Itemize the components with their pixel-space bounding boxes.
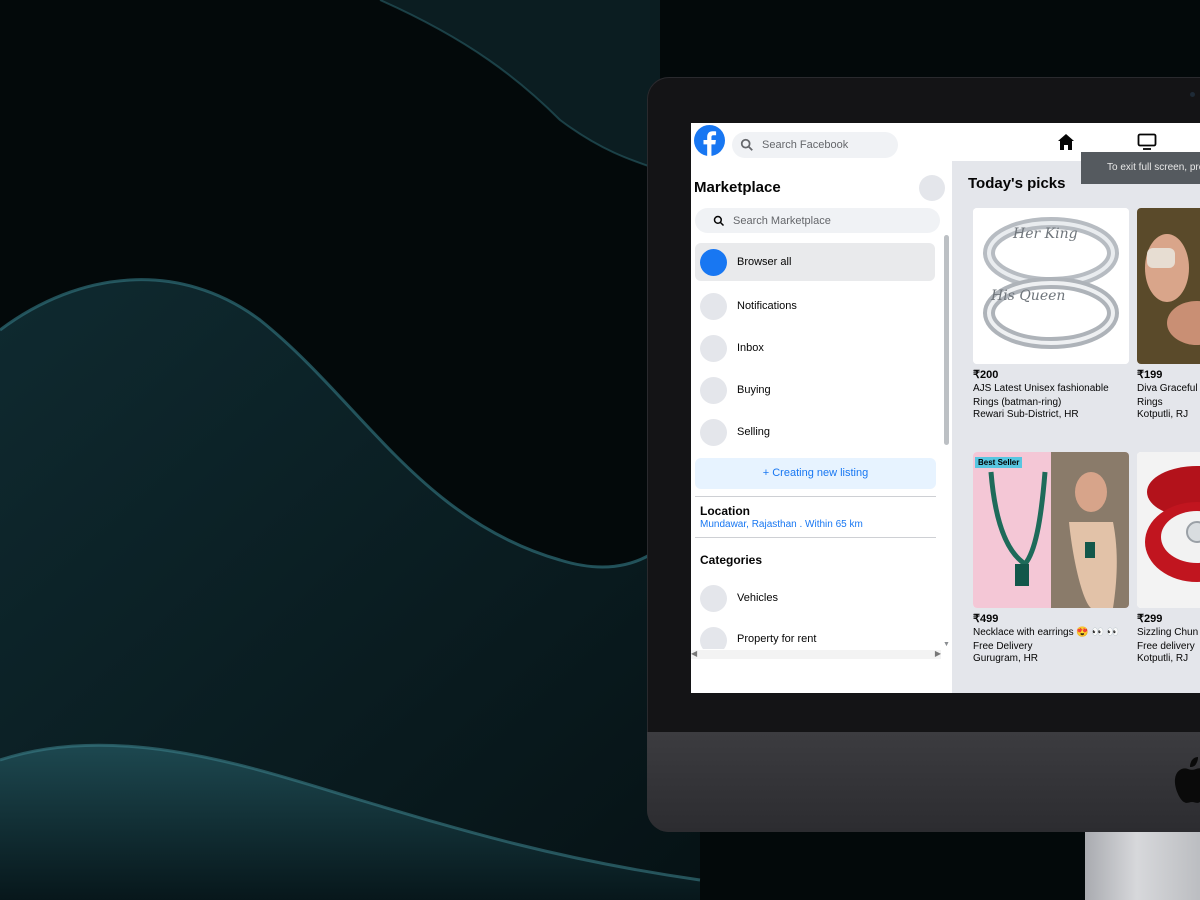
listing-title: AJS Latest Unisex fashionable xyxy=(973,383,1109,394)
listing-price: ₹499 xyxy=(973,613,999,625)
category-vehicles[interactable]: Vehicles xyxy=(695,579,935,617)
marketplace-sidebar: Marketplace Search Marketplace Browser a… xyxy=(691,161,952,693)
listing-card[interactable]: Best Seller ₹499 Necklace with earrings … xyxy=(973,452,1133,665)
listing-card[interactable]: Her King His Queen ₹200 AJS Latest Unise… xyxy=(973,208,1133,421)
create-listing-button[interactable]: + Creating new listing xyxy=(695,458,936,489)
necklace-image xyxy=(973,452,1129,608)
listing-image-ring-hand[interactable] xyxy=(1137,208,1200,364)
sidebar-item-label: Browser all xyxy=(737,256,792,268)
listing-title-line2: Rings xyxy=(1137,397,1163,408)
scroll-right-icon[interactable]: ▶ xyxy=(935,649,941,658)
buying-icon xyxy=(700,376,727,404)
home-icon[interactable] xyxy=(1057,133,1075,151)
marketplace-search-placeholder: Search Marketplace xyxy=(733,214,831,227)
ring-engraving-queen: His Queen xyxy=(990,288,1065,304)
listing-title-line2: Rings (batman-ring) xyxy=(973,397,1062,408)
category-label: Vehicles xyxy=(737,592,778,604)
listing-title: Necklace with earrings 😍 👀 👀 xyxy=(973,627,1120,638)
listing-price: ₹199 xyxy=(1137,369,1163,381)
listing-title-line2: Free delivery xyxy=(1137,641,1195,652)
ring-box-image xyxy=(1137,452,1200,608)
sidebar-scrollbar[interactable] xyxy=(944,235,949,445)
divider xyxy=(695,537,936,538)
sidebar-item-buying[interactable]: Buying xyxy=(695,371,935,409)
listing-price: ₹200 xyxy=(973,369,999,381)
apple-logo-icon xyxy=(1174,757,1200,803)
sidebar-item-label: Buying xyxy=(737,384,771,396)
vehicles-icon xyxy=(700,584,727,612)
facebook-search-placeholder: Search Facebook xyxy=(762,139,849,151)
listing-title: Sizzling Chun xyxy=(1137,627,1199,638)
sidebar-item-label: Notifications xyxy=(737,300,797,312)
browser-screen: Search Facebook Marketplace Search Marke… xyxy=(691,123,1200,693)
listing-image-ring-box[interactable] xyxy=(1137,452,1200,608)
listing-card[interactable]: ₹199 Diva Graceful Rings Kotputli, RJ xyxy=(1137,208,1200,421)
sidebar-item-label: Inbox xyxy=(737,342,764,354)
category-property-for-rent[interactable]: Property for rent xyxy=(695,621,935,649)
search-icon xyxy=(713,215,725,226)
feed-title: Today's picks xyxy=(968,175,1066,192)
sidebar-item-selling[interactable]: Selling xyxy=(695,413,935,451)
marketplace-search-input[interactable]: Search Marketplace xyxy=(695,208,940,233)
listing-image-necklace[interactable]: Best Seller xyxy=(973,452,1129,608)
listing-location: Rewari Sub-District, HR xyxy=(973,409,1079,420)
selling-icon xyxy=(700,418,727,446)
page-title: Marketplace xyxy=(694,179,781,196)
sidebar-item-browse-all[interactable]: Browser all xyxy=(695,243,935,281)
monitor-stand xyxy=(1085,832,1200,900)
rings-image: Her King His Queen xyxy=(973,208,1129,364)
listing-location: Gurugram, HR xyxy=(973,653,1039,664)
notifications-icon xyxy=(700,292,727,320)
sidebar-item-notifications[interactable]: Notifications xyxy=(695,287,935,325)
horizontal-scrollbar[interactable]: ◀ ▶ xyxy=(691,649,941,659)
browse-all-icon xyxy=(700,248,727,276)
search-icon xyxy=(740,138,753,151)
ring-hand-image xyxy=(1137,208,1200,364)
location-link[interactable]: Mundawar, Rajasthan . Within 65 km xyxy=(700,519,863,530)
settings-button[interactable] xyxy=(919,175,945,201)
facebook-logo-icon[interactable] xyxy=(694,125,725,156)
inbox-icon xyxy=(700,334,727,362)
listing-title-line2: Free Delivery xyxy=(973,641,1033,652)
listing-location: Kotputli, RJ xyxy=(1137,409,1189,420)
monitor-chin xyxy=(647,732,1200,832)
best-seller-badge: Best Seller xyxy=(975,457,1023,468)
property-icon xyxy=(700,627,727,649)
ring-engraving-king: Her King xyxy=(1012,226,1078,242)
location-title: Location xyxy=(700,504,750,518)
listing-image-rings[interactable]: Her King His Queen xyxy=(973,208,1129,364)
fullscreen-tooltip: To exit full screen, press xyxy=(1081,152,1200,184)
scroll-left-icon[interactable]: ◀ xyxy=(691,649,697,658)
listing-card[interactable]: ₹299 Sizzling Chun Free delivery Kotputl… xyxy=(1137,452,1200,665)
listing-title: Diva Graceful xyxy=(1137,383,1198,394)
sidebar-item-label: Selling xyxy=(737,426,771,438)
watch-icon[interactable] xyxy=(1137,133,1157,151)
categories-title: Categories xyxy=(700,553,763,567)
sidebar-item-inbox[interactable]: Inbox xyxy=(695,329,935,367)
todays-picks-feed: Today's picks Her King His Queen ₹200 AJ… xyxy=(952,161,1200,693)
listing-price: ₹299 xyxy=(1137,613,1163,625)
divider xyxy=(695,496,936,497)
camera-icon xyxy=(1190,92,1195,97)
listing-location: Kotputli, RJ xyxy=(1137,653,1189,664)
scroll-down-icon[interactable]: ▼ xyxy=(943,641,950,648)
facebook-search-input[interactable]: Search Facebook xyxy=(732,132,898,158)
category-label: Property for rent xyxy=(737,633,817,645)
